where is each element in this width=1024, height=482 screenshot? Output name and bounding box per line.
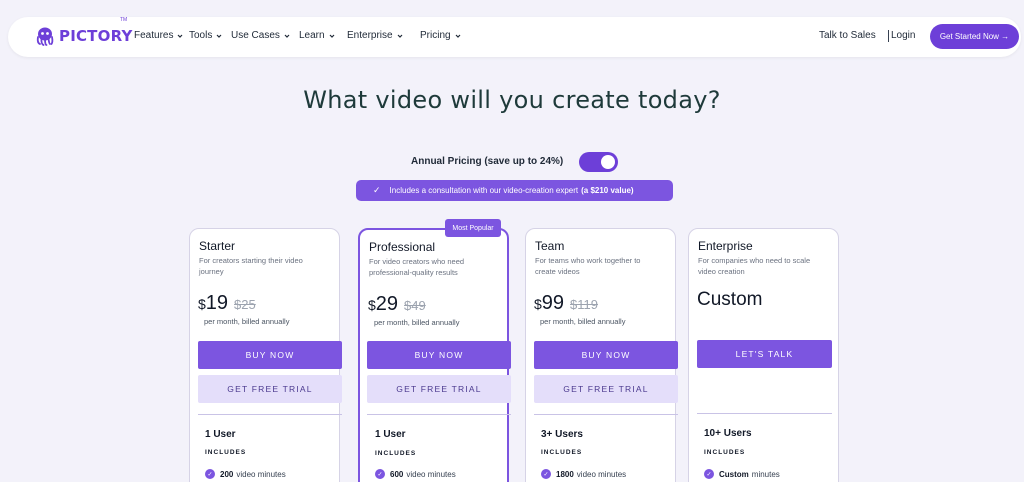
custom-price: Custom [697, 289, 763, 310]
page-title: What video will you create today? [303, 86, 721, 114]
nav-enterprise-label: Enterprise [347, 30, 393, 41]
feature-value: 200 [220, 469, 234, 479]
nav-features[interactable]: Features [134, 30, 183, 41]
talk-to-sales-link[interactable]: Talk to Sales [819, 30, 876, 41]
get-started-button[interactable]: Get Started Now → [930, 24, 1019, 49]
plan-card-team: Team For teams who work together to crea… [525, 228, 678, 482]
feature-item: ✓ 200 video minutes [205, 469, 286, 479]
plan-name: Enterprise [698, 239, 753, 253]
includes-heading: INCLUDES [541, 449, 583, 456]
price-amount: 29 [375, 293, 399, 315]
buy-now-button[interactable]: BUY NOW [367, 341, 511, 369]
plan-card-starter: Starter For creators starting their vide… [189, 228, 342, 482]
nav-pricing[interactable]: Pricing [420, 30, 461, 41]
old-price: $49 [404, 298, 426, 313]
brand-logo[interactable]: PICTORY [34, 25, 133, 47]
top-navbar: PICTORY TM Features Tools Use Cases Lear… [8, 17, 1021, 57]
plan-name: Team [535, 239, 565, 253]
user-count: 10+ Users [704, 428, 752, 439]
old-price: $119 [570, 297, 599, 312]
card-divider [697, 413, 832, 414]
nav-separator [888, 30, 889, 42]
nav-features-label: Features [134, 30, 174, 41]
lets-talk-button[interactable]: LET'S TALK [697, 340, 832, 368]
billing-note: per month, billed annually [204, 317, 290, 326]
nav-enterprise[interactable]: Enterprise [347, 30, 403, 41]
check-circle-icon: ✓ [541, 469, 551, 479]
price-amount: 19 [205, 292, 229, 314]
buy-now-button[interactable]: BUY NOW [534, 341, 678, 369]
check-circle-icon: ✓ [704, 469, 714, 479]
billing-note: per month, billed annually [540, 317, 626, 326]
chevron-down-icon [455, 34, 461, 38]
old-price: $25 [234, 297, 256, 312]
plan-price: $ 29 $49 [368, 293, 426, 316]
annual-pricing-label: Annual Pricing (save up to 24%) [411, 156, 564, 167]
currency-symbol: $ [534, 296, 542, 312]
nav-tools-label: Tools [189, 30, 213, 41]
nav-use-cases[interactable]: Use Cases [231, 30, 290, 41]
feature-value: Custom [719, 469, 749, 479]
free-trial-button[interactable]: GET FREE TRIAL [198, 375, 342, 403]
feature-value: 1800 [556, 469, 574, 479]
plan-price: $ 19 $25 [198, 292, 256, 315]
check-circle-icon: ✓ [375, 469, 385, 479]
feature-text: minutes [751, 469, 780, 479]
feature-item: ✓ 600 video minutes [375, 469, 456, 479]
plan-description: For teams who work together to create vi… [535, 256, 641, 276]
nav-pricing-label: Pricing [420, 30, 451, 41]
plan-description: For companies who need to scale video cr… [698, 256, 811, 276]
chevron-down-icon [284, 34, 290, 38]
user-count: 1 User [375, 429, 406, 440]
feature-text: video minutes [406, 469, 456, 479]
chevron-down-icon [329, 34, 335, 38]
nav-learn[interactable]: Learn [299, 30, 335, 41]
currency-symbol: $ [198, 296, 206, 312]
plan-price: $ 99 $119 [534, 292, 598, 315]
plan-card-enterprise: Enterprise For companies who need to sca… [688, 228, 839, 482]
plan-card-professional: Professional For video creators who need… [358, 228, 511, 482]
nav-learn-label: Learn [299, 30, 325, 41]
login-link[interactable]: Login [891, 30, 915, 41]
chevron-down-icon [178, 34, 183, 38]
chevron-down-icon [216, 34, 222, 38]
billing-note: per month, billed annually [374, 318, 460, 327]
nav-tools[interactable]: Tools [189, 30, 222, 41]
user-count: 1 User [205, 429, 236, 440]
free-trial-button[interactable]: GET FREE TRIAL [534, 375, 678, 403]
trademark-mark: TM [120, 17, 128, 23]
user-count: 3+ Users [541, 429, 583, 440]
currency-symbol: $ [368, 297, 376, 313]
feature-value: 600 [390, 469, 404, 479]
card-divider [367, 414, 511, 415]
check-circle-icon: ✓ [205, 469, 215, 479]
feature-text: video minutes [576, 469, 627, 479]
buy-now-button[interactable]: BUY NOW [198, 341, 342, 369]
plan-description: For creators starting their video journe… [199, 256, 303, 276]
brand-name: PICTORY [59, 27, 133, 45]
octopus-logo-icon [36, 27, 54, 46]
annual-pricing-toggle[interactable] [579, 152, 618, 172]
consultation-banner: ✓ Includes a consultation with our video… [356, 180, 673, 201]
card-divider [534, 414, 678, 415]
feature-item: ✓ 1800 video minutes [541, 469, 626, 479]
includes-heading: INCLUDES [205, 449, 247, 456]
feature-item: ✓ Custom minutes [704, 469, 780, 479]
nav-use-cases-label: Use Cases [231, 30, 280, 41]
toggle-knob [601, 155, 615, 169]
includes-heading: INCLUDES [704, 449, 746, 456]
consultation-value: (a $210 value) [581, 186, 634, 195]
free-trial-button[interactable]: GET FREE TRIAL [367, 375, 511, 403]
plan-name: Starter [199, 239, 236, 253]
price-amount: 99 [541, 292, 565, 314]
includes-heading: INCLUDES [375, 450, 417, 457]
card-divider [198, 414, 342, 415]
plan-name: Professional [369, 240, 436, 254]
chevron-down-icon [397, 34, 403, 38]
most-popular-badge: Most Popular [445, 219, 501, 237]
consultation-text: Includes a consultation with our video-c… [389, 186, 579, 195]
check-icon: ✓ [373, 185, 381, 195]
plan-description: For video creators who need professional… [369, 257, 465, 277]
feature-text: video minutes [236, 469, 286, 479]
